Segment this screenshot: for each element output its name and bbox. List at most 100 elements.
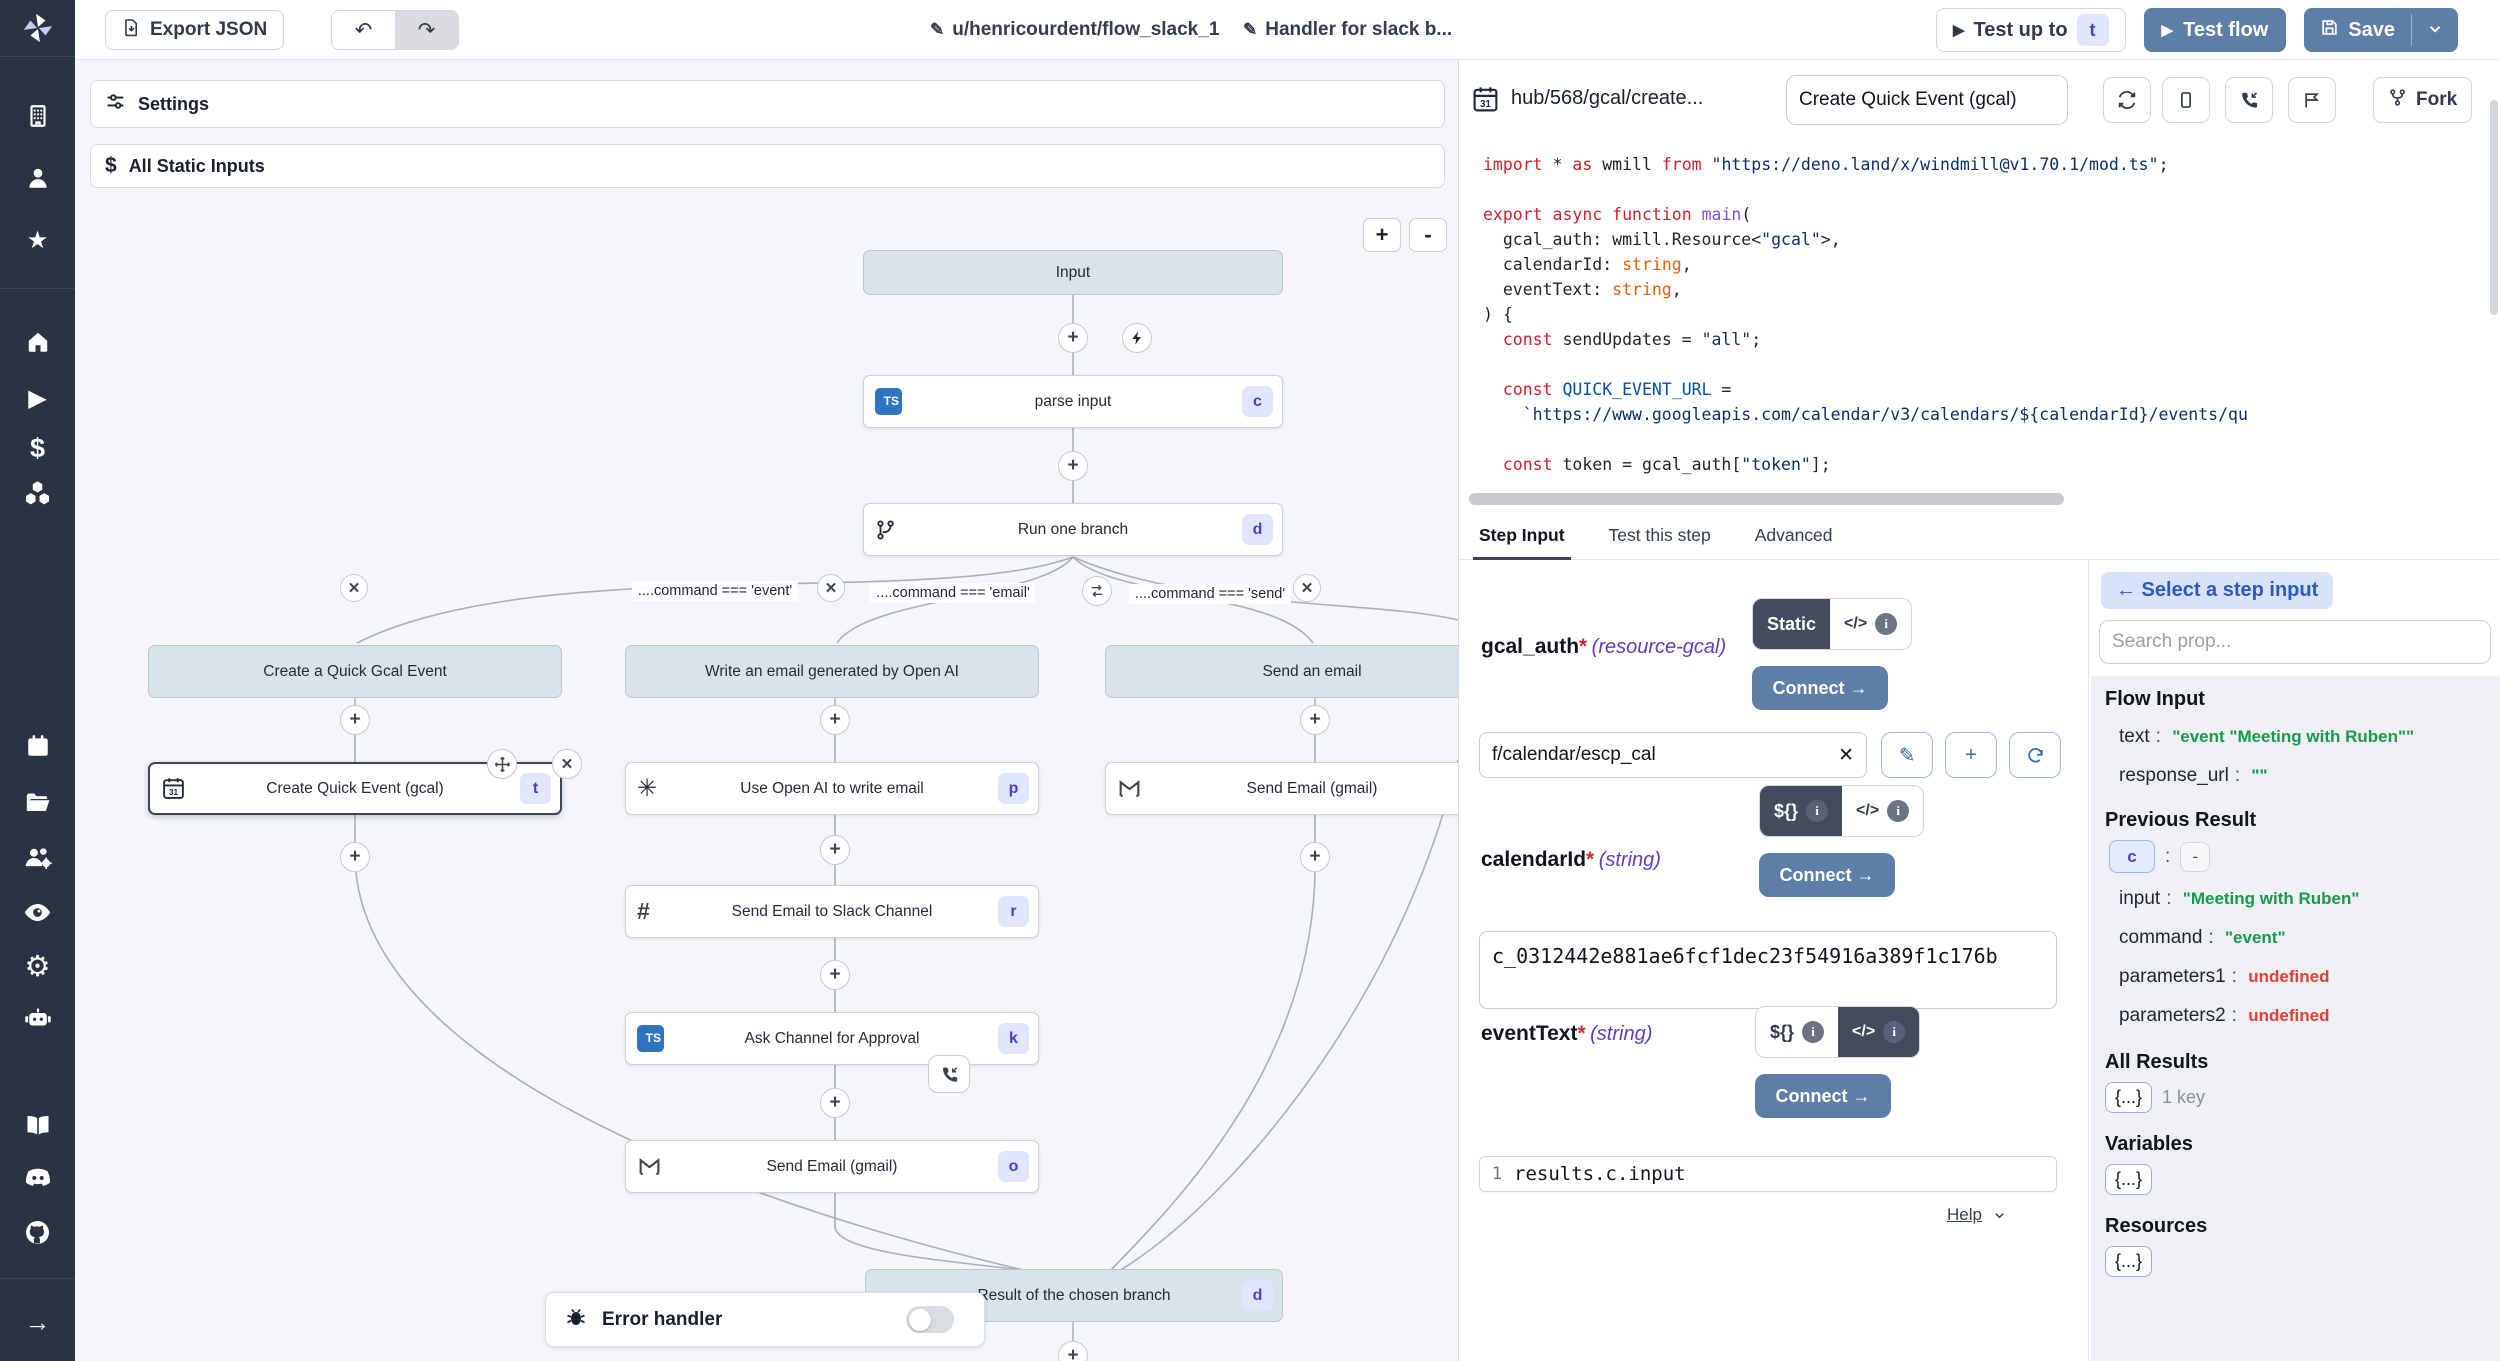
resource-path-input[interactable]: f/calendar/escp_cal ✕ — [1479, 732, 1867, 778]
info-icon[interactable]: i — [1802, 1021, 1824, 1043]
delete-branch-button[interactable]: ✕ — [1293, 574, 1321, 602]
event-text-connect-button[interactable]: Connect → — [1755, 1074, 1891, 1118]
branch-header-send-email[interactable]: Send an email — [1105, 645, 1458, 698]
expand-arrow-icon[interactable]: → — [0, 1302, 75, 1342]
info-icon[interactable]: i — [1875, 613, 1897, 635]
tab-advanced[interactable]: Advanced — [1755, 512, 1833, 559]
save-button[interactable]: Save — [2304, 8, 2411, 52]
search-prop-input[interactable] — [2099, 620, 2491, 664]
reload-script-button[interactable] — [2103, 77, 2151, 123]
suspend-phone-icon[interactable] — [928, 1055, 970, 1093]
fork-button[interactable]: Fork — [2373, 77, 2472, 123]
save-dropdown-button[interactable] — [2412, 8, 2458, 52]
trigger-bolt-button[interactable] — [1122, 323, 1152, 353]
windmill-logo[interactable] — [0, 8, 75, 48]
add-step-button[interactable]: + — [1058, 1341, 1088, 1361]
flag-button[interactable] — [2288, 77, 2336, 123]
expr-mode-button[interactable]: ${} i — [1756, 1007, 1838, 1057]
add-step-button[interactable]: + — [1058, 451, 1088, 481]
prop-row[interactable]: parameters1: undefined — [2105, 957, 2500, 996]
settings-gear-icon[interactable]: ⚙ — [0, 946, 75, 986]
code-mode-button[interactable]: </> i — [1830, 599, 1911, 649]
runs-play-icon[interactable]: ▶ — [0, 378, 75, 418]
groups-users-icon[interactable] — [0, 838, 75, 878]
branch-condition-label[interactable]: ....command === 'event' — [632, 581, 798, 601]
branch-header-openai[interactable]: Write an email generated by Open AI — [625, 645, 1039, 698]
resources-expand-button[interactable]: {...} — [2105, 1246, 2152, 1277]
variables-dollar-icon[interactable]: $ — [0, 428, 75, 468]
prop-row[interactable]: input: "Meeting with Ruben" — [2105, 879, 2500, 918]
node-run-one-branch[interactable]: Run one branch d — [863, 503, 1283, 556]
expression-editor[interactable]: 1 results.c.input — [1479, 1156, 2057, 1192]
gcal-auth-connect-button[interactable]: Connect → — [1752, 666, 1888, 710]
delete-branch-button[interactable]: ✕ — [817, 574, 845, 602]
delete-branch-button[interactable]: ✕ — [340, 574, 368, 602]
info-icon[interactable]: i — [1883, 1021, 1905, 1043]
workers-robot-icon[interactable] — [0, 998, 75, 1038]
delete-step-button[interactable]: ✕ — [552, 749, 582, 779]
user-icon[interactable] — [0, 158, 75, 198]
expr-mode-button[interactable]: ${} i — [1760, 786, 1842, 836]
prop-row[interactable]: text: "event "Meeting with Ruben"" — [2105, 717, 2500, 756]
add-resource-button[interactable]: + — [1945, 732, 1997, 778]
error-handler-toggle[interactable] — [906, 1306, 954, 1333]
info-icon[interactable]: i — [1806, 800, 1828, 822]
prop-row[interactable]: command: "event" — [2105, 918, 2500, 957]
undo-button[interactable]: ↶ — [332, 11, 395, 49]
node-send-email-to-slack[interactable]: # Send Email to Slack Channel r — [625, 885, 1039, 938]
calendar-id-connect-button[interactable]: Connect → — [1759, 853, 1895, 897]
add-step-button[interactable]: + — [820, 705, 850, 735]
test-flow-button[interactable]: ▶ Test flow — [2144, 8, 2287, 52]
add-step-button[interactable]: + — [820, 960, 850, 990]
tab-step-input[interactable]: Step Input — [1479, 512, 1565, 559]
add-step-button[interactable]: + — [1300, 842, 1330, 872]
resources-cubes-icon[interactable] — [0, 472, 75, 512]
vertical-scrollbar[interactable] — [2490, 100, 2498, 315]
zoom-in-button[interactable]: + — [1363, 218, 1401, 252]
step-summary-input[interactable]: Create Quick Event (gcal) — [1786, 75, 2068, 125]
code-mode-button[interactable]: </> i — [1838, 1007, 1919, 1057]
zoom-out-button[interactable]: - — [1409, 218, 1447, 252]
node-ask-channel-approval[interactable]: TS Ask Channel for Approval k — [625, 1012, 1039, 1065]
add-step-button[interactable]: + — [340, 842, 370, 872]
prop-row[interactable]: parameters2: undefined — [2105, 996, 2500, 1035]
add-step-button[interactable]: + — [820, 835, 850, 865]
all-static-inputs-bar[interactable]: $ All Static Inputs — [90, 144, 1445, 188]
select-step-input-button[interactable]: ← Select a step input — [2101, 572, 2333, 609]
code-editor[interactable]: import * as wmill from "https://deno.lan… — [1483, 152, 2483, 477]
error-handler-card[interactable]: Error handler — [545, 1292, 985, 1347]
hub-script-path[interactable]: hub/568/gcal/create... — [1511, 87, 1703, 110]
horizontal-scrollbar[interactable] — [1469, 493, 2064, 505]
add-step-button[interactable]: + — [1300, 705, 1330, 735]
node-create-quick-event[interactable]: 31 Create Quick Event (gcal) t ✕ — [148, 762, 562, 815]
flow-canvas[interactable]: Settings $ All Static Inputs + - Input +… — [75, 60, 1458, 1361]
refresh-resource-button[interactable] — [2009, 732, 2061, 778]
folders-icon[interactable] — [0, 782, 75, 822]
code-mode-button[interactable]: </> i — [1842, 786, 1923, 836]
branch-condition-label[interactable]: ....command === 'send' — [1129, 584, 1291, 604]
redo-button[interactable]: ↷ — [395, 11, 458, 49]
static-mode-button[interactable]: Static — [1753, 599, 1830, 649]
add-step-button[interactable]: + — [1058, 323, 1088, 353]
settings-bar[interactable]: Settings — [90, 80, 1445, 128]
calendar-id-input[interactable]: c_0312442e881ae6fcf1dec23f54916a389f1c17… — [1479, 931, 2057, 1009]
discord-icon[interactable] — [0, 1158, 75, 1198]
suspend-phone-button[interactable] — [2225, 77, 2273, 123]
help-link[interactable]: Help — [1947, 1205, 2007, 1225]
tab-test-this-step[interactable]: Test this step — [1609, 512, 1711, 559]
docs-book-icon[interactable] — [0, 1105, 75, 1145]
schedules-calendar-icon[interactable] — [0, 726, 75, 766]
swap-branches-icon[interactable] — [1082, 576, 1112, 606]
collapse-button[interactable]: - — [2180, 842, 2210, 872]
variables-expand-button[interactable]: {...} — [2105, 1164, 2152, 1195]
export-json-button[interactable]: Export JSON — [105, 10, 284, 50]
node-send-email-gmail-1[interactable]: Send Email (gmail) — [1105, 762, 1458, 815]
modal-view-button[interactable] — [2162, 77, 2210, 123]
node-use-openai[interactable]: ✳ Use Open AI to write email p — [625, 762, 1039, 815]
node-parse-input[interactable]: TS parse input c — [863, 375, 1283, 428]
node-input[interactable]: Input — [863, 250, 1283, 295]
test-up-to-button[interactable]: ▶ Test up to t — [1936, 8, 2126, 52]
home-icon[interactable] — [0, 322, 75, 362]
breadcrumb-summary[interactable]: ✎ Handler for slack b... — [1243, 0, 1452, 60]
github-icon[interactable] — [0, 1212, 75, 1252]
